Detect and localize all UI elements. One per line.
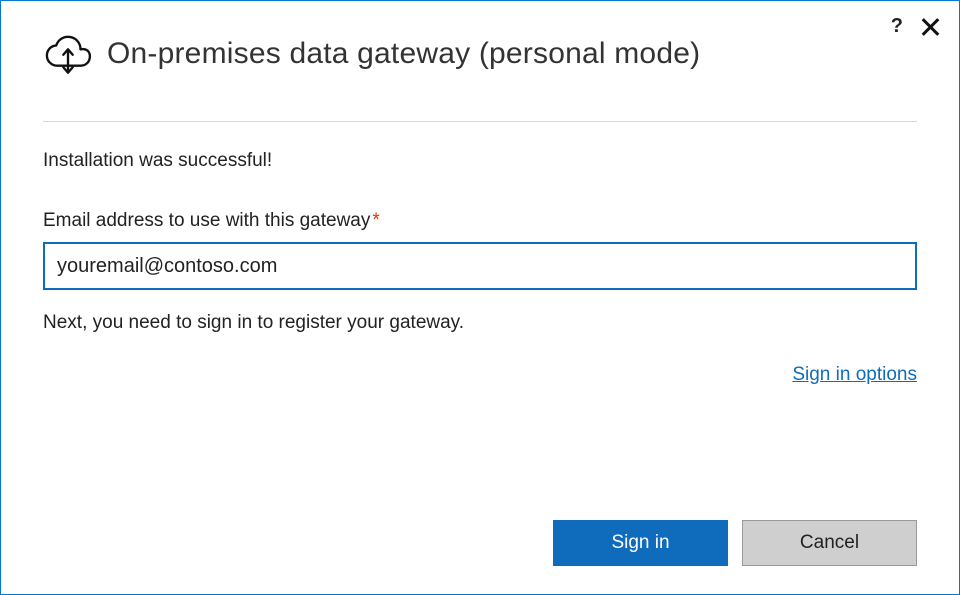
email-field-block: Email address to use with this gateway* [43, 210, 917, 290]
required-mark: * [372, 210, 379, 231]
button-row: Sign in Cancel [553, 520, 917, 566]
dialog-content: Installation was successful! Email addre… [43, 122, 917, 386]
signin-button[interactable]: Sign in [553, 520, 728, 566]
cloud-gateway-icon [43, 31, 93, 77]
options-row: Sign in options [43, 364, 917, 386]
help-icon[interactable]: ? [891, 15, 903, 38]
email-input[interactable] [43, 242, 917, 290]
email-label: Email address to use with this gateway* [43, 210, 380, 231]
close-icon[interactable] [921, 18, 939, 36]
email-label-text: Email address to use with this gateway [43, 210, 370, 231]
signin-options-link[interactable]: Sign in options [792, 364, 917, 385]
titlebar-controls: ? [891, 15, 939, 38]
dialog-title: On-premises data gateway (personal mode) [107, 37, 700, 71]
dialog-header: On-premises data gateway (personal mode) [43, 23, 917, 77]
cancel-button[interactable]: Cancel [742, 520, 917, 566]
hint-text: Next, you need to sign in to register yo… [43, 312, 917, 334]
dialog-window: ? On-premises data gateway (personal mod… [0, 0, 960, 595]
status-message: Installation was successful! [43, 150, 917, 172]
